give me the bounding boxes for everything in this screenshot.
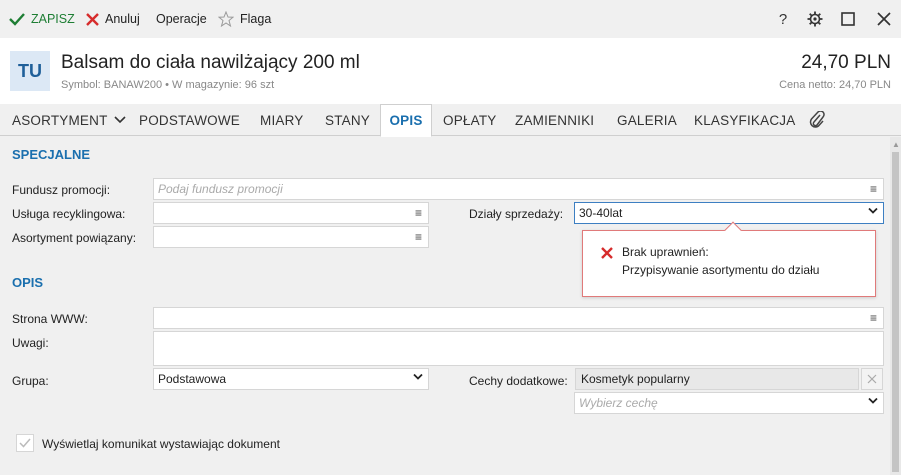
tab-label: KLASYFIKACJA bbox=[694, 112, 796, 128]
chevron-down-icon bbox=[868, 397, 878, 404]
cancel-label: Anuluj bbox=[105, 12, 140, 26]
notes-label: Uwagi: bbox=[12, 336, 49, 350]
scroll-up-icon[interactable]: ▲ bbox=[892, 140, 900, 149]
save-button[interactable]: ZAPISZ bbox=[9, 10, 75, 28]
group-label: Grupa: bbox=[12, 374, 49, 388]
avatar: TU bbox=[10, 51, 50, 91]
menu-icon[interactable]: ≡ bbox=[415, 206, 422, 220]
tab-label: ZAMIENNIKI bbox=[515, 112, 595, 128]
sales-dept-value: 30-40lat bbox=[579, 206, 623, 220]
price: 24,70 PLN bbox=[801, 52, 891, 73]
operations-button[interactable]: Operacje bbox=[156, 10, 207, 28]
tab-label: ASORTYMENT bbox=[12, 112, 108, 128]
www-label: Strona WWW: bbox=[12, 312, 88, 326]
flag-label: Flaga bbox=[240, 12, 272, 26]
error-title: Brak uprawnień: bbox=[622, 245, 709, 259]
notes-textarea[interactable] bbox=[153, 331, 884, 366]
group-select[interactable]: Podstawowa bbox=[153, 368, 429, 390]
menu-icon[interactable]: ≡ bbox=[415, 230, 422, 244]
tab-stany[interactable]: STANY bbox=[325, 104, 370, 136]
scroll-thumb[interactable] bbox=[892, 152, 899, 472]
remove-feature-button[interactable] bbox=[861, 368, 883, 390]
tab-label: OPŁATY bbox=[443, 112, 497, 128]
tab-label: PODSTAWOWE bbox=[139, 112, 240, 128]
maximize-icon bbox=[841, 12, 855, 26]
promo-fund-placeholder: Podaj fundusz promocji bbox=[158, 182, 283, 196]
checkmark-icon bbox=[19, 438, 31, 448]
tab-opis[interactable]: OPIS bbox=[380, 104, 432, 137]
chevron-down-icon bbox=[413, 373, 423, 380]
section-heading-special: SPECJALNE bbox=[12, 147, 91, 162]
help-icon: ? bbox=[778, 10, 788, 28]
recycling-input[interactable]: ≡ bbox=[153, 202, 429, 224]
checkmark-icon bbox=[9, 13, 25, 26]
feature-chip[interactable]: Kosmetyk popularny bbox=[575, 368, 859, 390]
www-input[interactable]: ≡ bbox=[153, 307, 884, 329]
help-button[interactable]: ? bbox=[773, 9, 793, 29]
operations-label: Operacje bbox=[156, 12, 207, 26]
sales-dept-label: Działy sprzedaży: bbox=[469, 207, 564, 221]
promo-fund-label: Fundusz promocji: bbox=[12, 183, 111, 197]
tab-attachments[interactable] bbox=[809, 104, 825, 136]
group-value: Podstawowa bbox=[158, 372, 227, 386]
show-message-checkbox[interactable] bbox=[16, 434, 34, 452]
feature-chip-label: Kosmetyk popularny bbox=[581, 372, 690, 386]
tab-label: GALERIA bbox=[617, 112, 677, 128]
cancel-button[interactable]: Anuluj bbox=[86, 10, 140, 28]
related-assortment-label: Asortyment powiązany: bbox=[12, 231, 137, 245]
close-window-button[interactable] bbox=[874, 9, 894, 29]
net-price: Cena netto: 24,70 PLN bbox=[779, 79, 891, 91]
tab-zamienniki[interactable]: ZAMIENNIKI bbox=[515, 104, 594, 136]
feature-select[interactable]: Wybierz cechę bbox=[574, 392, 884, 414]
tab-klasyfikacja[interactable]: KLASYFIKACJA bbox=[694, 104, 795, 136]
tab-podstawowe[interactable]: PODSTAWOWE bbox=[139, 104, 240, 136]
feature-placeholder: Wybierz cechę bbox=[579, 396, 658, 410]
gear-icon bbox=[807, 11, 823, 27]
tab-galeria[interactable]: GALERIA bbox=[617, 104, 677, 136]
section-heading-description: OPIS bbox=[12, 275, 44, 290]
menu-icon[interactable]: ≡ bbox=[870, 311, 877, 325]
flag-button[interactable]: Flaga bbox=[218, 10, 271, 28]
record-header: TU Balsam do ciała nawilżający 200 ml Sy… bbox=[0, 38, 901, 104]
tab-oplaty[interactable]: OPŁATY bbox=[443, 104, 496, 136]
recycling-label: Usługa recyklingowa: bbox=[12, 207, 126, 221]
page-title: Balsam do ciała nawilżający 200 ml bbox=[61, 52, 360, 73]
chevron-down-icon bbox=[868, 207, 878, 214]
related-assortment-input[interactable]: ≡ bbox=[153, 226, 429, 248]
paperclip-icon bbox=[809, 111, 825, 128]
close-icon bbox=[86, 12, 99, 26]
product-subtitle: Symbol: BANAW200 • W magazynie: 96 szt bbox=[61, 79, 275, 91]
chevron-down-icon bbox=[113, 116, 126, 124]
tab-bar: ASORTYMENT PODSTAWOWE MIARY STANY OPIS O… bbox=[0, 104, 901, 137]
star-icon bbox=[218, 11, 234, 27]
close-icon bbox=[877, 12, 891, 26]
promo-fund-input[interactable]: Podaj fundusz promocji ≡ bbox=[153, 178, 884, 200]
toolbar: ZAPISZ Anuluj Operacje Flaga ? bbox=[0, 0, 901, 38]
tab-asortyment[interactable]: ASORTYMENT bbox=[12, 104, 126, 136]
features-label: Cechy dodatkowe: bbox=[469, 374, 568, 388]
settings-button[interactable] bbox=[805, 9, 825, 29]
save-label: ZAPISZ bbox=[31, 12, 75, 26]
close-icon bbox=[867, 374, 877, 384]
tab-label: STANY bbox=[325, 112, 371, 128]
error-message: Przypisywanie asortymentu do działu bbox=[622, 263, 820, 277]
sales-dept-select[interactable]: 30-40lat bbox=[574, 202, 884, 224]
error-icon bbox=[601, 247, 613, 259]
menu-icon[interactable]: ≡ bbox=[870, 182, 877, 196]
tab-label: MIARY bbox=[260, 112, 304, 128]
tab-miary[interactable]: MIARY bbox=[260, 104, 304, 136]
tab-label: OPIS bbox=[389, 113, 423, 128]
show-message-label: Wyświetlaj komunikat wystawiając dokumen… bbox=[42, 437, 280, 451]
maximize-button[interactable] bbox=[838, 9, 858, 29]
